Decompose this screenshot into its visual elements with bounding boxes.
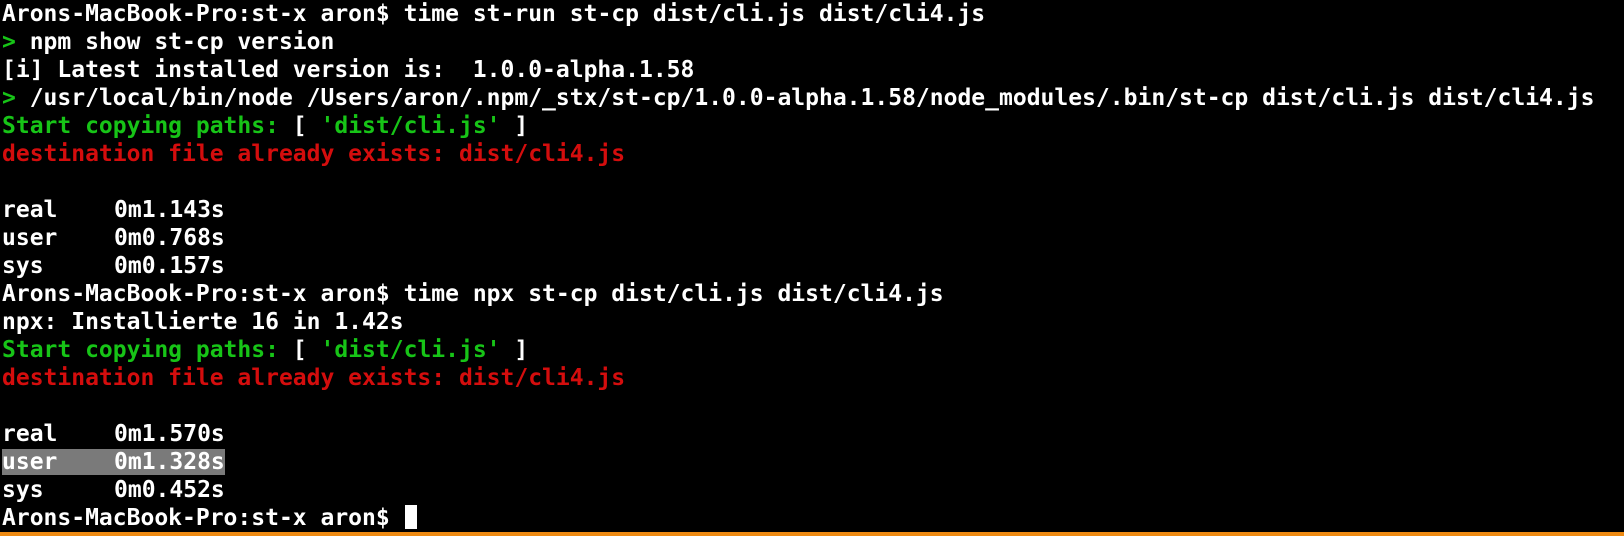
bracket-open: [ [292,337,321,363]
node-exec-text: /usr/local/bin/node /Users/aron/.npm/_st… [29,85,1595,111]
timing-value: 0m1.570s [114,421,225,447]
timing-value: 0m1.143s [114,197,225,223]
timing-user-row-selected[interactable]: user 0m1.328s [2,448,1622,476]
timing-value: 0m0.768s [114,225,225,251]
timing-real-row: real 0m1.570s [2,420,1622,448]
bracket-open: [ [292,113,321,139]
timing-value: 0m1.328s [114,449,225,475]
timing-sys-row: sys 0m0.452s [2,476,1622,504]
command-line: Arons-MacBook-Pro:st-x aron$ time npx st… [2,280,1622,308]
timing-label: real [2,421,58,447]
command-line: Arons-MacBook-Pro:st-x aron$ time st-run… [2,0,1622,28]
cursor-block[interactable] [404,505,417,529]
error-message: destination file already exists: dist/cl… [2,141,626,167]
arrow-icon: > [2,85,30,111]
timing-label: real [2,197,58,223]
shell-prompt: Arons-MacBook-Pro:st-x aron$ [2,1,404,27]
timing-value: 0m0.452s [114,477,225,503]
shell-prompt: Arons-MacBook-Pro:st-x aron$ [2,505,404,531]
terminal-window[interactable]: Arons-MacBook-Pro:st-x aron$ time st-run… [2,0,1622,532]
bracket-close: ] [500,337,529,363]
installed-version-line: [i] Latest installed version is: 1.0.0-a… [2,57,695,83]
arrow-icon: > [2,29,30,55]
copy-paths-label: Start copying paths: [2,113,293,139]
npm-show-text: npm show st-cp version [29,29,335,55]
active-prompt-line[interactable]: Arons-MacBook-Pro:st-x aron$ [2,504,1622,532]
timing-real-row: real 0m1.143s [2,196,1622,224]
npm-show-line: > npm show st-cp version [2,28,1622,56]
window-bottom-border [0,532,1624,536]
copy-paths-line: Start copying paths: [ 'dist/cli.js' ] [2,112,1622,140]
command-text: time npx st-cp dist/cli.js dist/cli4.js [403,281,944,307]
selected-text[interactable]: user 0m1.328s [2,449,225,475]
timing-label: user [2,225,58,251]
timing-label: sys [2,253,44,279]
timing-user-row: user 0m0.768s [2,224,1622,252]
timing-label: sys [2,477,44,503]
shell-prompt: Arons-MacBook-Pro:st-x aron$ [2,281,404,307]
node-exec-line: > /usr/local/bin/node /Users/aron/.npm/_… [2,84,1622,112]
timing-sys-row: sys 0m0.157s [2,252,1622,280]
copy-path-value: 'dist/cli.js' [320,337,501,363]
npx-install-line: npx: Installierte 16 in 1.42s [2,309,404,335]
command-text: time st-run st-cp dist/cli.js dist/cli4.… [403,1,986,27]
timing-value: 0m0.157s [114,253,225,279]
timing-label: user [2,449,58,475]
copy-path-value: 'dist/cli.js' [320,113,501,139]
copy-paths-label: Start copying paths: [2,337,293,363]
error-message: destination file already exists: dist/cl… [2,365,626,391]
bracket-close: ] [500,113,529,139]
copy-paths-line: Start copying paths: [ 'dist/cli.js' ] [2,336,1622,364]
